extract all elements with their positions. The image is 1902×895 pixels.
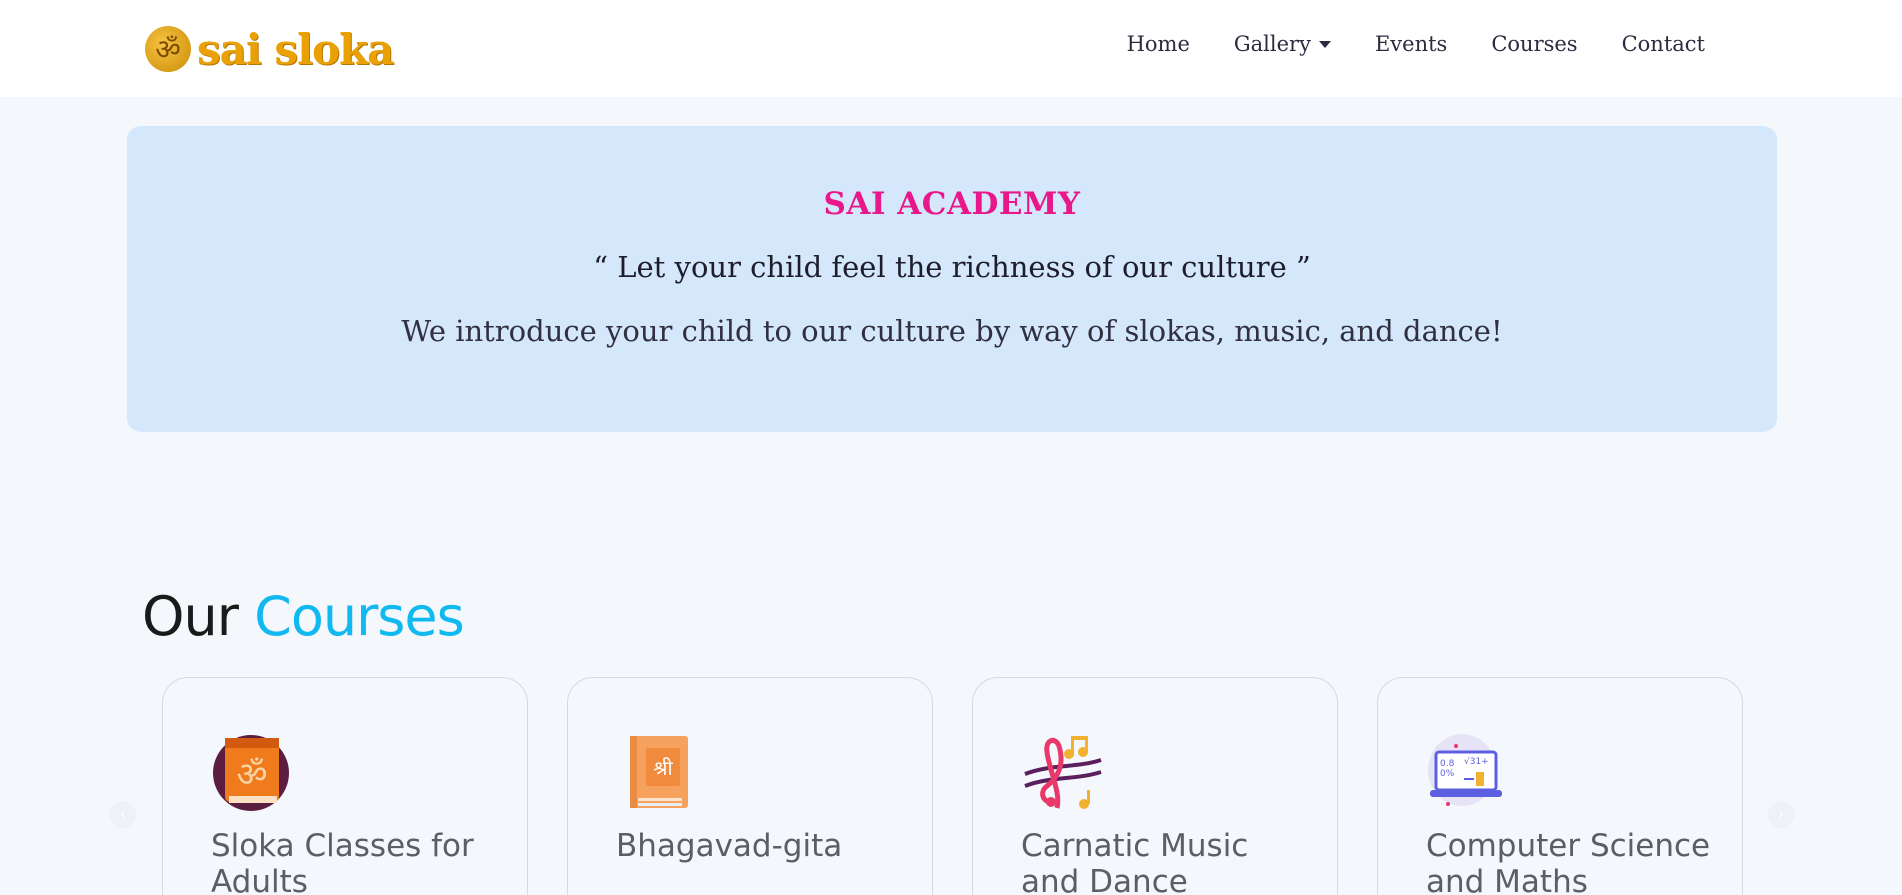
course-title: Sloka Classes for Adults <box>211 828 474 895</box>
courses-heading: Our Courses <box>142 585 465 648</box>
site-logo[interactable]: ॐ sai sloka <box>145 20 394 78</box>
hero-banner: SAI ACADEMY “ Let your child feel the ri… <box>127 126 1777 432</box>
chevron-left-icon: ‹ <box>120 807 126 823</box>
logo-text: sai sloka <box>197 24 394 74</box>
carousel-next-button[interactable]: › <box>1769 803 1793 827</box>
nav-link-label: Events <box>1374 32 1448 56</box>
nav-link-events[interactable]: Events <box>1353 28 1469 60</box>
nav-menu: Home Gallery Events Courses Contact <box>1105 28 1727 60</box>
svg-text:श्री: श्री <box>653 756 673 780</box>
carousel-prev-button[interactable]: ‹ <box>111 803 135 827</box>
hero-title: SAI ACADEMY <box>823 186 1081 222</box>
course-title: Carnatic Music and Dance <box>1021 828 1249 895</box>
course-card-carnatic-music[interactable]: Carnatic Music and Dance <box>972 677 1338 895</box>
svg-text:ॐ: ॐ <box>236 755 267 795</box>
nav-link-label: Home <box>1126 32 1190 56</box>
course-title: Computer Science and Maths <box>1426 828 1711 895</box>
nav-link-label: Contact <box>1621 32 1705 56</box>
course-card-bhagavad-gita[interactable]: श्री Bhagavad-gita <box>567 677 933 895</box>
course-card-computer-science[interactable]: 0.8 0% √31+ Computer Science and Maths <box>1377 677 1743 895</box>
music-notes-icon <box>1024 736 1102 809</box>
nav-link-home[interactable]: Home <box>1105 28 1212 60</box>
course-title: Bhagavad-gita <box>616 828 843 864</box>
svg-text:0%: 0% <box>1440 769 1455 779</box>
nav-link-courses[interactable]: Courses <box>1469 28 1599 60</box>
svg-text:0.8: 0.8 <box>1440 759 1455 769</box>
caret-down-icon <box>1318 40 1331 48</box>
course-card-sloka[interactable]: ॐ Sloka Classes for Adults <box>162 677 528 895</box>
courses-heading-accent: Courses <box>254 585 465 648</box>
scripture-book-icon: श्री <box>630 736 688 808</box>
nav-link-contact[interactable]: Contact <box>1600 28 1727 60</box>
svg-text:√31+: √31+ <box>1464 756 1489 767</box>
laptop-math-icon: 0.8 0% √31+ <box>1428 734 1502 806</box>
courses-heading-prefix: Our <box>142 585 239 648</box>
hero-quote: “ Let your child feel the richness of ou… <box>593 250 1311 284</box>
nav-link-label: Courses <box>1491 32 1578 56</box>
om-book-icon: ॐ <box>213 735 289 811</box>
nav-link-gallery[interactable]: Gallery <box>1212 28 1353 60</box>
hero-subtitle: We introduce your child to our culture b… <box>401 314 1503 348</box>
om-logo-icon: ॐ <box>145 26 191 72</box>
navbar: ॐ sai sloka Home Gallery Events Courses … <box>0 0 1902 97</box>
nav-link-label: Gallery <box>1233 32 1311 56</box>
chevron-right-icon: › <box>1778 807 1784 823</box>
